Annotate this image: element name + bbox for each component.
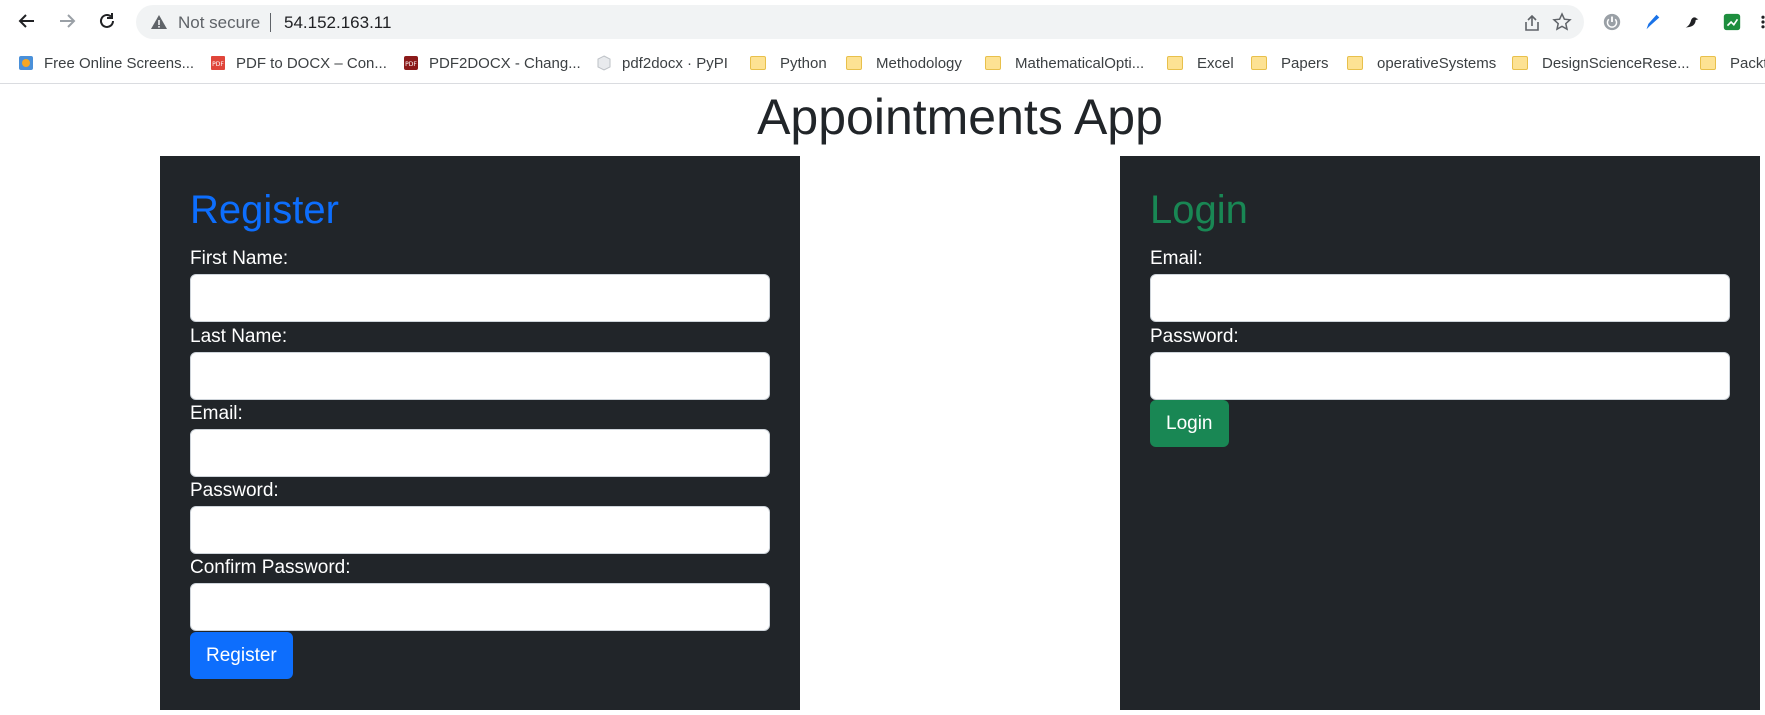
back-arrow-icon — [18, 14, 34, 28]
overflow-menu-icon[interactable] — [1752, 11, 1765, 33]
login-email-label: Email: — [1150, 248, 1203, 269]
bookmark-label: MathematicalOpti... — [1015, 54, 1145, 72]
bookmark-folder[interactable]: Packt — [1700, 52, 1765, 74]
bookmark-star-icon[interactable] — [1552, 12, 1572, 32]
folder-icon — [985, 56, 1001, 70]
back-button[interactable] — [13, 7, 41, 35]
bookmark-item[interactable]: PDF PDF2DOCX - Chang... — [403, 52, 581, 74]
bookmark-folder[interactable]: Python — [750, 52, 827, 74]
svg-text:PDF: PDF — [212, 61, 224, 68]
security-status[interactable]: Not secure — [178, 13, 260, 33]
pen-extension-icon[interactable] — [1641, 11, 1663, 33]
register-button[interactable]: Register — [190, 632, 293, 679]
bookmark-label: Methodology — [876, 54, 962, 72]
bookmark-label: Packt — [1730, 54, 1765, 72]
pdf-icon: PDF — [211, 56, 225, 70]
login-password-label: Password: — [1150, 326, 1239, 347]
bookmark-folder[interactable]: Excel — [1167, 52, 1234, 74]
sheet-extension-icon[interactable] — [1721, 11, 1743, 33]
login-heading: Login — [1150, 188, 1248, 232]
register-email-input[interactable] — [190, 429, 770, 477]
register-password-label: Password: — [190, 480, 279, 501]
bookmark-folder[interactable]: Papers — [1251, 52, 1329, 74]
bookmark-label: operativeSystems — [1377, 54, 1497, 72]
login-email-input[interactable] — [1150, 274, 1730, 322]
confirm-password-input[interactable] — [190, 583, 770, 631]
warning-icon[interactable] — [150, 13, 168, 31]
bookmark-item[interactable]: Free Online Screens... — [18, 52, 194, 74]
bookmark-folder[interactable]: MathematicalOpti... — [985, 52, 1144, 74]
pdf-icon: PDF — [404, 56, 418, 70]
package-icon — [597, 55, 611, 71]
forward-button[interactable] — [53, 7, 81, 35]
bookmark-label: pdf2docx · PyPI — [622, 54, 728, 72]
page-title: Appointments App — [757, 89, 1163, 145]
folder-icon — [750, 56, 766, 70]
folder-icon — [1700, 56, 1716, 70]
first-name-input[interactable] — [190, 274, 770, 322]
login-button[interactable]: Login — [1150, 400, 1229, 447]
svg-text:PDF: PDF — [405, 61, 417, 68]
bookmark-label: PDF to DOCX – Con... — [236, 54, 387, 72]
folder-icon — [846, 56, 862, 70]
forward-arrow-icon — [60, 14, 76, 28]
bookmark-folder[interactable]: Methodology — [846, 52, 962, 74]
folder-icon — [1347, 56, 1363, 70]
bookmark-label: Excel — [1197, 54, 1234, 72]
url-text[interactable]: 54.152.163.11 — [284, 13, 391, 33]
first-name-label: First Name: — [190, 248, 289, 269]
bookmark-label: PDF2DOCX - Chang... — [429, 54, 581, 72]
screenshot-icon — [19, 56, 33, 70]
register-password-input[interactable] — [190, 506, 770, 554]
share-icon[interactable] — [1522, 13, 1542, 33]
bookmark-label: Python — [780, 54, 827, 72]
login-password-input[interactable] — [1150, 352, 1730, 400]
address-bar[interactable]: Not secure 54.152.163.11 — [136, 5, 1584, 39]
last-name-label: Last Name: — [190, 326, 288, 347]
reload-icon — [100, 13, 114, 28]
last-name-input[interactable] — [190, 352, 770, 400]
folder-icon — [1512, 56, 1528, 70]
login-panel: Login Email: Password: Login — [1120, 156, 1760, 710]
omnibox-divider — [270, 13, 271, 32]
register-panel: Register First Name: Last Name: Email: P… — [160, 156, 800, 710]
register-email-label: Email: — [190, 403, 243, 424]
reload-button[interactable] — [93, 7, 121, 35]
bird-extension-icon[interactable] — [1681, 11, 1703, 33]
bookmark-label: Free Online Screens... — [44, 54, 195, 72]
register-heading: Register — [190, 188, 339, 232]
bookmark-label: DesignScienceRese... — [1542, 54, 1690, 72]
bookmarks-bar: Free Online Screens... PDF PDF to DOCX –… — [0, 42, 1765, 84]
browser-toolbar: Not secure 54.152.163.11 — [0, 0, 1765, 42]
folder-icon — [1251, 56, 1267, 70]
bookmark-item[interactable]: PDF PDF to DOCX – Con... — [210, 52, 387, 74]
bookmark-label: Papers — [1281, 54, 1329, 72]
bookmark-folder[interactable]: operativeSystems — [1347, 52, 1496, 74]
bookmark-item[interactable]: pdf2docx · PyPI — [596, 52, 728, 74]
folder-icon — [1167, 56, 1183, 70]
power-extension-icon[interactable] — [1601, 11, 1623, 33]
bookmark-folder[interactable]: DesignScienceRese... — [1512, 52, 1690, 74]
confirm-password-label: Confirm Password: — [190, 557, 351, 578]
